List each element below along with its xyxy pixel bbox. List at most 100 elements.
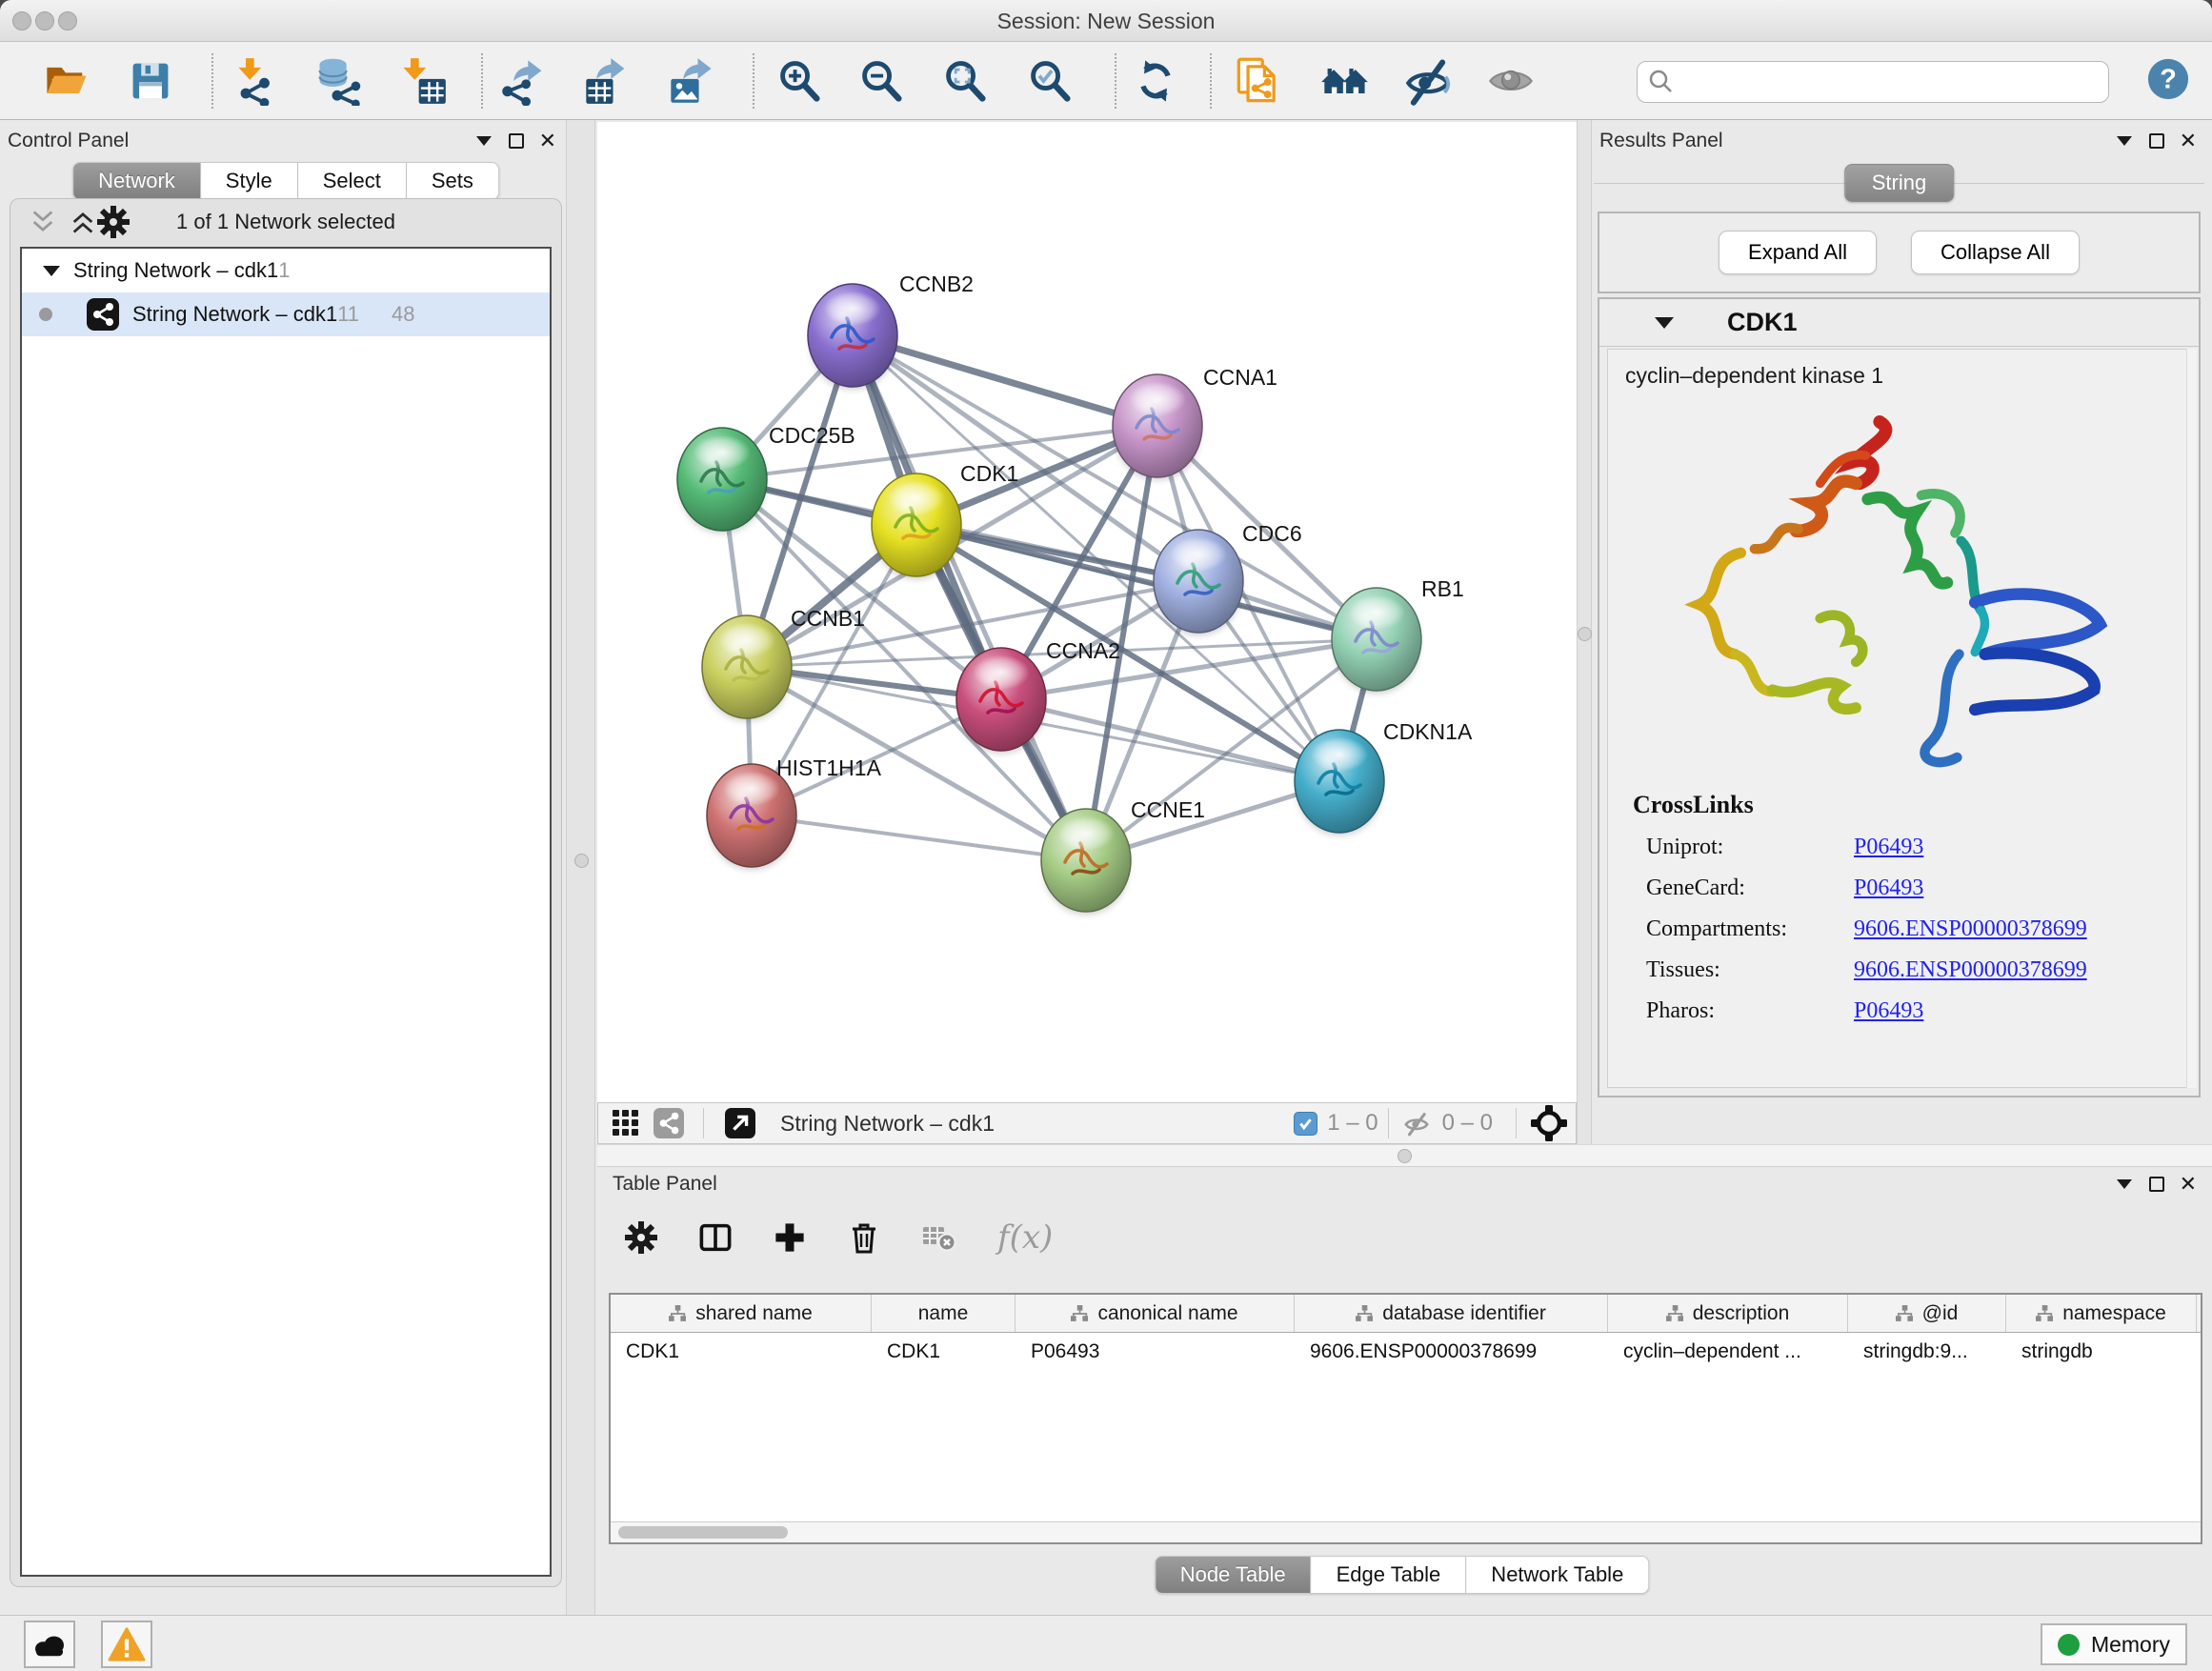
table-cell[interactable]: cyclin–dependent ... <box>1608 1333 1848 1371</box>
export-network-icon[interactable] <box>499 56 549 106</box>
expand-all-button[interactable]: Expand All <box>1719 231 1877 274</box>
column-header-database-identifier[interactable]: database identifier <box>1295 1295 1608 1332</box>
string-protein-query-icon[interactable] <box>1235 56 1284 106</box>
tab-sets[interactable]: Sets <box>407 162 499 200</box>
export-table-icon[interactable] <box>582 56 632 106</box>
help-icon[interactable]: ? <box>2146 57 2190 101</box>
left-panel-splitter[interactable] <box>566 120 595 1615</box>
column-header-name[interactable]: name <box>872 1295 1016 1332</box>
node-table[interactable]: shared namenamecanonical namedatabase id… <box>609 1293 2202 1544</box>
horizontal-splitter[interactable] <box>597 1144 2212 1167</box>
table-cell[interactable]: stringdb:9... <box>1848 1333 2006 1371</box>
zoom-in-icon[interactable] <box>775 56 825 106</box>
crosslink-link[interactable]: 9606.ENSP00000378699 <box>1854 916 2087 942</box>
panel-menu-icon[interactable] <box>476 136 492 146</box>
crosslink-link[interactable]: P06493 <box>1854 835 1923 860</box>
zoom-fit-icon[interactable] <box>941 56 991 106</box>
collapse-section-icon[interactable] <box>1655 317 1674 329</box>
create-column-plus-icon[interactable] <box>773 1220 807 1255</box>
column-header-description[interactable]: description <box>1608 1295 1848 1332</box>
network-options-gear-icon[interactable] <box>96 205 131 239</box>
column-header-shared-name[interactable]: shared name <box>611 1295 872 1332</box>
panel-menu-icon[interactable] <box>2117 1179 2132 1189</box>
panel-float-icon[interactable] <box>509 133 524 149</box>
table-data-row[interactable]: CDK1CDK1P064939606.ENSP00000378699cyclin… <box>611 1333 2201 1371</box>
network-edge[interactable] <box>853 335 1157 426</box>
export-image-icon[interactable] <box>667 56 716 106</box>
show-all-eye-icon[interactable] <box>1486 56 1536 106</box>
tab-node-table[interactable]: Node Table <box>1155 1556 1312 1594</box>
refresh-view-icon[interactable] <box>1131 56 1180 106</box>
network-status-dot <box>39 308 52 321</box>
panel-close-icon[interactable]: ✕ <box>2180 1174 2197 1195</box>
import-network-database-icon[interactable] <box>313 56 363 106</box>
collapse-all-button[interactable]: Collapse All <box>1911 231 2080 274</box>
panel-menu-icon[interactable] <box>2117 136 2132 146</box>
table-cell[interactable]: CDK1 <box>611 1333 872 1371</box>
network-collection-row[interactable]: String Network – cdk1 1 <box>22 249 550 292</box>
table-horizontal-scrollbar[interactable] <box>611 1521 2201 1542</box>
cloud-status-button[interactable] <box>24 1621 75 1668</box>
birds-eye-grid-icon[interactable] <box>612 1109 640 1137</box>
network-share-badge-icon[interactable] <box>654 1108 684 1138</box>
network-row-selected[interactable]: String Network – cdk1 11 48 <box>22 292 550 336</box>
delete-column-trash-icon[interactable] <box>847 1220 881 1255</box>
show-columns-icon[interactable] <box>698 1220 733 1255</box>
tab-select[interactable]: Select <box>298 162 407 200</box>
network-node-CCNE1[interactable]: CCNE1 <box>1041 797 1205 914</box>
table-cell[interactable]: P06493 <box>1016 1333 1295 1371</box>
hide-selected-eye-slash-icon[interactable] <box>1403 56 1453 106</box>
open-session-icon[interactable] <box>42 56 91 106</box>
zoom-out-icon[interactable] <box>857 56 907 106</box>
tab-network-table[interactable]: Network Table <box>1466 1556 1649 1594</box>
tab-string[interactable]: String <box>1844 164 1954 202</box>
panel-float-icon[interactable] <box>2149 133 2164 149</box>
table-cell[interactable]: 9606.ENSP00000378699 <box>1295 1333 1608 1371</box>
import-network-file-icon[interactable] <box>233 56 283 106</box>
fit-selected-target-icon[interactable] <box>1530 1104 1568 1142</box>
splitter-handle[interactable] <box>1578 627 1592 641</box>
tab-network[interactable]: Network <box>72 162 201 200</box>
panel-float-icon[interactable] <box>2149 1177 2164 1192</box>
tree-collapse-icon[interactable] <box>43 266 60 276</box>
crosslink-row: Pharos:P06493 <box>1633 998 2190 1024</box>
crosslink-link[interactable]: P06493 <box>1854 998 1923 1024</box>
right-panel-splitter[interactable] <box>1577 120 1592 1144</box>
open-in-window-icon[interactable] <box>725 1108 755 1138</box>
network-node-CDKN1A[interactable]: CDKN1A <box>1295 719 1473 835</box>
table-options-gear-icon[interactable] <box>624 1220 658 1255</box>
selected-nodes-checkbox[interactable] <box>1294 1112 1317 1136</box>
gene-section-header[interactable]: CDK1 <box>1599 299 2199 347</box>
panel-close-icon[interactable]: ✕ <box>2180 131 2197 151</box>
search-input[interactable] <box>1637 61 2109 103</box>
network-node-HIST1H1A[interactable]: HIST1H1A <box>707 755 882 869</box>
node-label: CDC6 <box>1242 521 1302 546</box>
control-panel-tabs: NetworkStyleSelectSets <box>72 162 499 200</box>
splitter-handle[interactable] <box>574 854 589 868</box>
column-header-canonical-name[interactable]: canonical name <box>1016 1295 1295 1332</box>
table-cell[interactable]: stringdb <box>2006 1333 2197 1371</box>
crosslink-link[interactable]: P06493 <box>1854 876 1923 901</box>
node-label: CCNB2 <box>899 272 974 296</box>
results-scrollbar[interactable] <box>2186 349 2197 1088</box>
panel-close-icon[interactable]: ✕ <box>539 131 556 151</box>
tab-style[interactable]: Style <box>201 162 298 200</box>
import-table-file-icon[interactable] <box>398 56 448 106</box>
warnings-button[interactable] <box>101 1621 152 1668</box>
tab-edge-table[interactable]: Edge Table <box>1312 1556 1467 1594</box>
network-edge[interactable] <box>853 335 1086 860</box>
network-node-RB1[interactable]: RB1 <box>1332 576 1464 693</box>
column-header-@id[interactable]: @id <box>1848 1295 2006 1332</box>
home-neighbors-icon[interactable] <box>1320 56 1370 106</box>
memory-button[interactable]: Memory <box>2041 1623 2187 1665</box>
zoom-selected-icon[interactable] <box>1026 56 1076 106</box>
table-cell[interactable]: CDK1 <box>872 1333 1016 1371</box>
network-edge[interactable] <box>752 815 1086 860</box>
crosslink-link[interactable]: 9606.ENSP00000378699 <box>1854 957 2087 983</box>
save-session-icon[interactable] <box>126 56 175 106</box>
scrollbar-thumb[interactable] <box>618 1526 788 1539</box>
hidden-count: 0 – 0 <box>1442 1110 1493 1137</box>
splitter-handle[interactable] <box>1398 1149 1412 1163</box>
network-canvas[interactable]: CCNB2CCNA1CDC25BCDK1CDC6RB1CCNB1CCNA2CDK… <box>597 122 1577 1102</box>
column-header-namespace[interactable]: namespace <box>2006 1295 2197 1332</box>
